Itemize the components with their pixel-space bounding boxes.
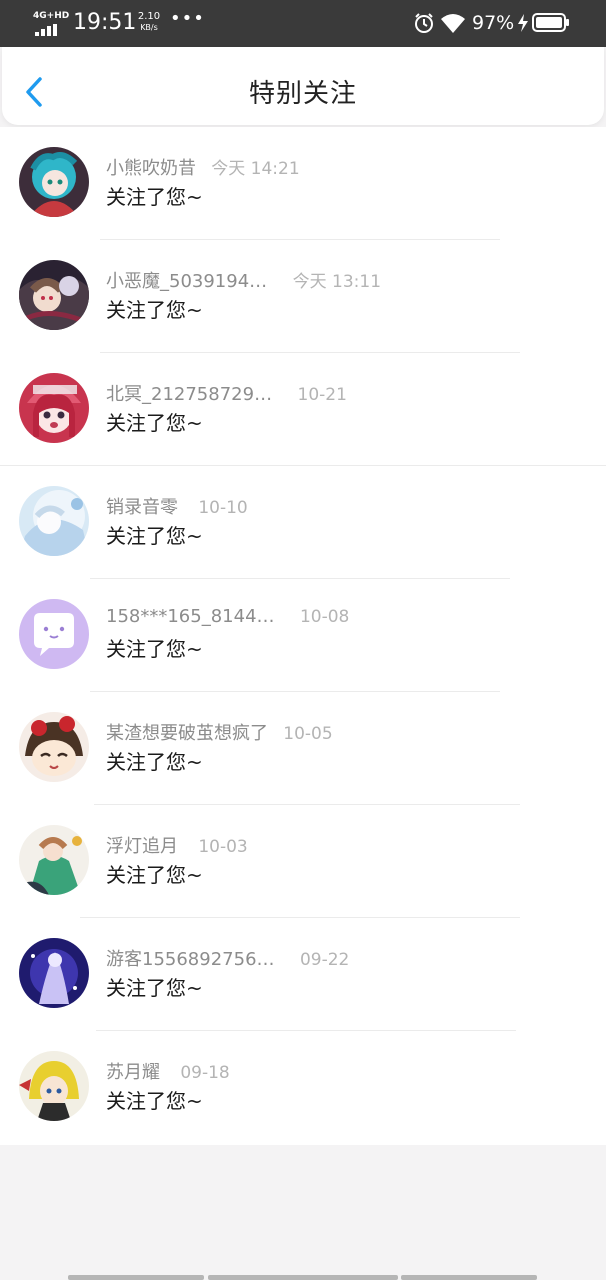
avatar[interactable] xyxy=(19,712,89,782)
timestamp: 10-05 xyxy=(283,724,333,744)
avatar[interactable] xyxy=(19,825,89,895)
avatar[interactable] xyxy=(19,373,89,443)
username[interactable]: 小熊吹奶昔 xyxy=(106,158,196,179)
username[interactable]: 某渣想要破茧想疯了 xyxy=(106,723,268,744)
username[interactable]: 销录音零 xyxy=(106,497,178,518)
list-item[interactable]: 158***165_8144… 10-08 关注了您~ xyxy=(0,579,606,692)
timestamp: 今天 14:21 xyxy=(211,159,300,179)
timestamp: 10-10 xyxy=(198,498,248,518)
network-indicator: 4G+HD xyxy=(33,11,70,36)
nav-segment[interactable] xyxy=(401,1275,537,1280)
timestamp: 今天 13:11 xyxy=(292,272,382,292)
avatar[interactable] xyxy=(19,260,89,330)
notification-message: 关注了您~ xyxy=(106,411,203,435)
list-item[interactable]: 销录音零 10-10 关注了您~ xyxy=(0,466,606,579)
avatar[interactable] xyxy=(19,938,89,1008)
follow-notification-list: 小熊吹奶昔 今天 14:21 关注了您~ 小恶魔_5039194… 今天 13:… xyxy=(0,127,606,1145)
notification-message: 关注了您~ xyxy=(106,976,203,1000)
username[interactable]: 浮灯追月 xyxy=(106,836,178,857)
timestamp: 09-22 xyxy=(299,950,350,970)
avatar[interactable] xyxy=(19,599,89,669)
notification-message: 关注了您~ xyxy=(106,1089,203,1113)
notification-message: 关注了您~ xyxy=(106,750,203,774)
avatar[interactable] xyxy=(19,147,89,217)
navigation-bar xyxy=(0,1275,606,1280)
network-label: 4G+HD xyxy=(33,11,70,21)
signal-icon xyxy=(35,24,61,36)
notification-message: 关注了您~ xyxy=(106,863,203,887)
list-item[interactable]: 游客1556892756… 09-22 关注了您~ xyxy=(0,918,606,1031)
battery-percent: 97% xyxy=(472,12,515,34)
list-item[interactable]: 小熊吹奶昔 今天 14:21 关注了您~ xyxy=(0,127,606,240)
notification-message: 关注了您~ xyxy=(106,637,203,661)
notification-message: 关注了您~ xyxy=(106,298,203,322)
nav-segment[interactable] xyxy=(208,1275,398,1280)
list-item[interactable]: 苏月耀 09-18 关注了您~ xyxy=(0,1031,606,1144)
username[interactable]: 苏月耀 xyxy=(106,1062,160,1083)
username[interactable]: 小恶魔_5039194… xyxy=(106,271,267,292)
list-item[interactable]: 小恶魔_5039194… 今天 13:11 关注了您~ xyxy=(0,240,606,353)
speed-unit: KB/s xyxy=(140,23,158,32)
username[interactable]: 158***165_8144… xyxy=(106,606,275,627)
nav-segment[interactable] xyxy=(68,1275,204,1280)
speed-value: 2.10 xyxy=(137,11,161,22)
clock: 19:51 xyxy=(73,10,137,35)
status-bar: 4G+HD 19:51 2.10 KB/s ••• 97% xyxy=(0,0,606,47)
username[interactable]: 北冥_212758729… xyxy=(106,384,272,405)
charging-icon xyxy=(518,14,528,32)
username[interactable]: 游客1556892756… xyxy=(106,949,275,970)
timestamp: 10-08 xyxy=(299,607,350,627)
more-notifications-icon: ••• xyxy=(170,8,205,29)
network-speed: 2.10 KB/s xyxy=(136,11,162,33)
timestamp: 10-03 xyxy=(198,837,248,857)
battery-icon xyxy=(532,13,569,32)
list-item[interactable]: 浮灯追月 10-03 关注了您~ xyxy=(0,805,606,918)
wifi-icon xyxy=(441,14,465,33)
avatar[interactable] xyxy=(19,1051,89,1121)
timestamp: 10-21 xyxy=(297,385,347,405)
list-item[interactable]: 某渣想要破茧想疯了 10-05 关注了您~ xyxy=(0,692,606,805)
list-item[interactable]: 北冥_212758729… 10-21 关注了您~ xyxy=(0,353,606,466)
page-title: 特别关注 xyxy=(248,79,357,109)
avatar[interactable] xyxy=(19,486,89,556)
notification-message: 关注了您~ xyxy=(106,524,203,548)
app-header: 特别关注 xyxy=(2,47,604,125)
timestamp: 09-18 xyxy=(180,1063,230,1083)
alarm-icon xyxy=(415,13,433,33)
notification-message: 关注了您~ xyxy=(106,185,203,209)
